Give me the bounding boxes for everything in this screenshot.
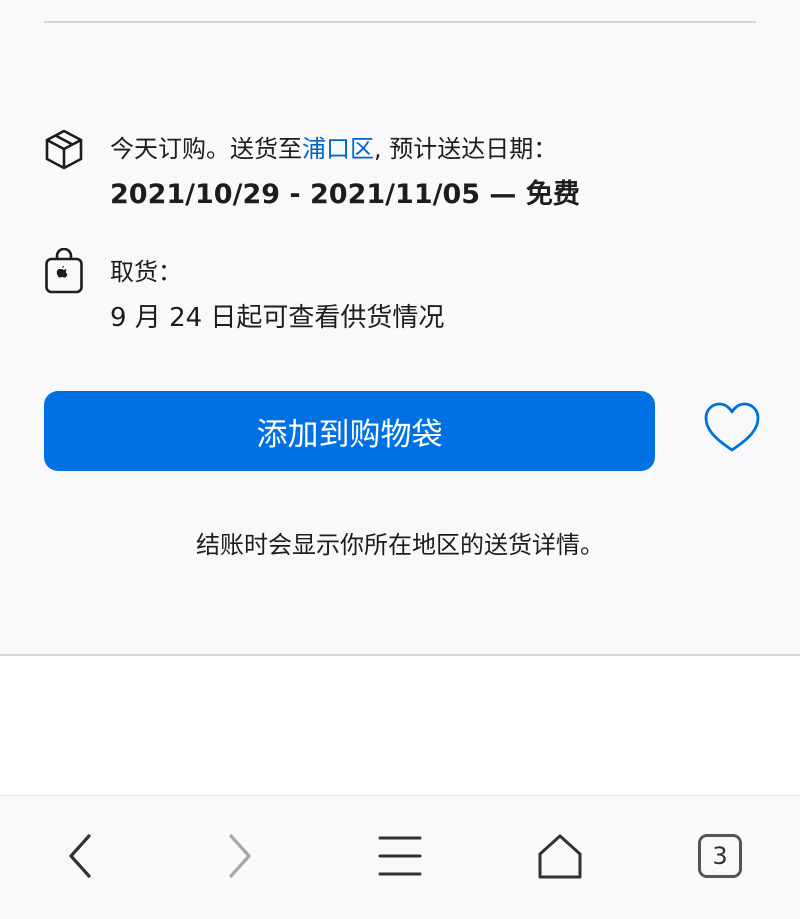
home-icon[interactable] [530,826,590,886]
menu-icon[interactable] [370,826,430,886]
delivery-line: 今天订购。送货至浦口区, 预计送达日期： [110,133,750,165]
delivery-prefix: 今天订购。送货至 [110,135,302,163]
box-icon [44,128,84,170]
pickup-availability: 9 月 24 日起可查看供货情况 [110,303,445,333]
pickup-info: 取货： 9 月 24 日起可查看供货情况 [110,256,750,336]
forward-icon[interactable] [210,826,270,886]
delivery-suffix: , 预计送达日期： [374,135,558,163]
delivery-location-link[interactable]: 浦口区 [302,135,374,163]
divider [44,21,756,23]
shopping-bag-icon [44,247,84,294]
product-purchase-panel: 今天订购。送货至浦口区, 预计送达日期： 2021/10/29 - 2021/1… [0,0,800,656]
add-to-bag-button[interactable]: 添加到购物袋 [44,391,655,471]
browser-toolbar: 3 [0,795,800,919]
back-icon[interactable] [50,826,110,886]
checkout-note: 结账时会显示你所在地区的送货详情。 [196,531,604,559]
delivery-dates: 2021/10/29 - 2021/11/05 — 免费 [110,179,580,210]
heart-icon[interactable] [700,398,764,458]
tabs-icon[interactable]: 3 [690,826,750,886]
delivery-info: 今天订购。送货至浦口区, 预计送达日期： 2021/10/29 - 2021/1… [110,133,750,213]
pickup-label: 取货： [110,258,182,286]
tab-count: 3 [698,834,742,878]
